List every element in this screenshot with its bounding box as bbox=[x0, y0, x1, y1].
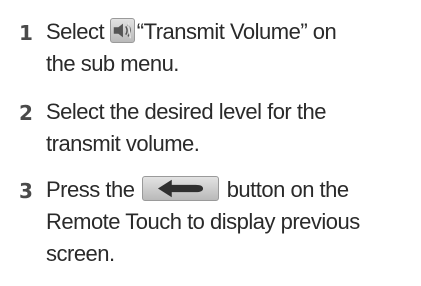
step-number: 2 bbox=[19, 101, 33, 125]
step-line: Press the button on the bbox=[46, 174, 416, 206]
step-text-after-icon: “Transmit Volume” on bbox=[136, 19, 337, 44]
step-line: Select “Transmit Volume” on bbox=[46, 16, 416, 48]
speaker-volume-icon bbox=[109, 18, 135, 43]
step-number: 1 bbox=[19, 21, 33, 45]
step-line: screen. bbox=[46, 241, 115, 266]
step-line: the sub menu. bbox=[46, 51, 179, 76]
instruction-steps: 1 Select “Transmit Volume” on the sub me… bbox=[0, 0, 421, 286]
step-number: 3 bbox=[19, 179, 33, 203]
step-text: Press the button on the Remote Touch to … bbox=[46, 174, 416, 270]
step-text-after-icon: button on the bbox=[226, 177, 349, 202]
step-line: Remote Touch to display previous bbox=[46, 209, 360, 234]
step-text-before-icon: Press the bbox=[46, 177, 135, 202]
step-text-before-icon: Select bbox=[46, 19, 105, 44]
step-text: Select “Transmit Volume” on the sub menu… bbox=[46, 16, 416, 80]
step-text: Select the desired level for the transmi… bbox=[46, 96, 416, 160]
step-line: Select the desired level for the bbox=[46, 99, 326, 124]
step-line: transmit volume. bbox=[46, 131, 200, 156]
back-arrow-icon bbox=[142, 176, 220, 201]
